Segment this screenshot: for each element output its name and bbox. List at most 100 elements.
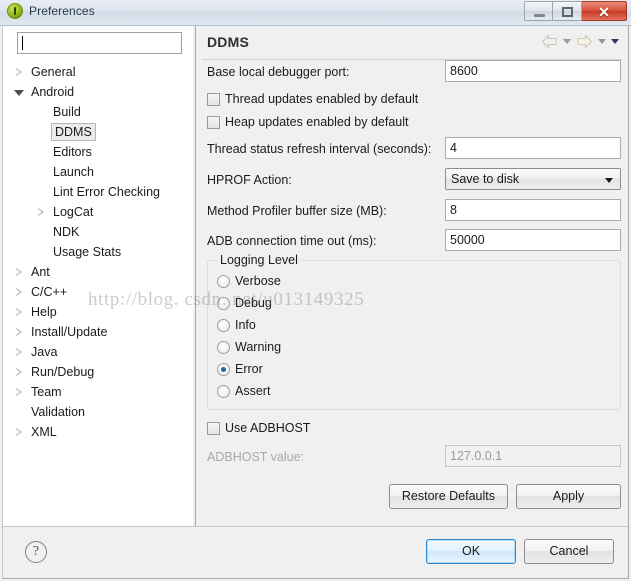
chevron-down-icon (14, 90, 24, 96)
heap-updates-checkbox[interactable] (207, 116, 220, 129)
ok-button[interactable]: OK (426, 539, 516, 564)
radio-label-verbose: Verbose (235, 274, 281, 288)
sidebar-item-xml[interactable]: XML (3, 422, 193, 442)
sidebar-item-label: C/C++ (31, 285, 68, 299)
profiler-buffer-input[interactable] (445, 199, 621, 221)
sidebar-item-usage-stats[interactable]: Usage Stats (3, 242, 193, 262)
preferences-tree[interactable]: General Android Build DDMS Editors Launch Lint… (3, 62, 193, 522)
profiler-buffer-label: Method Profiler buffer size (MB): (207, 204, 387, 218)
sidebar-item-general[interactable]: General (3, 62, 193, 82)
chevron-right-icon (38, 208, 44, 216)
chevron-right-icon (16, 268, 22, 276)
radio-label-error: Error (235, 362, 263, 376)
help-icon[interactable]: ? (25, 541, 47, 563)
use-adbhost-checkbox[interactable] (207, 422, 220, 435)
tree-expand-collapsed-icon[interactable] (13, 282, 25, 302)
minimize-button[interactable] (524, 1, 553, 21)
use-adbhost-label: Use ADBHOST (225, 421, 311, 435)
logging-level-option-verbose[interactable]: Verbose (208, 271, 620, 293)
maximize-button[interactable] (553, 1, 582, 21)
sidebar-item-launch[interactable]: Launch (3, 162, 193, 182)
row-thread-updates[interactable]: Thread updates enabled by default (196, 89, 628, 112)
sidebar-item-install-update[interactable]: Install/Update (3, 322, 193, 342)
adbhost-value-input[interactable] (445, 445, 621, 467)
tree-expand-collapsed-icon[interactable] (13, 342, 25, 362)
chevron-right-icon (16, 308, 22, 316)
sidebar-item-ant[interactable]: Ant (3, 262, 193, 282)
sidebar-item-logcat[interactable]: LogCat (3, 202, 193, 222)
tree-expand-collapsed-icon[interactable] (13, 362, 25, 382)
sidebar-item-c-c[interactable]: C/C++ (3, 282, 193, 302)
sidebar-item-ddms[interactable]: DDMS (3, 122, 193, 142)
tree-expand-collapsed-icon[interactable] (13, 422, 25, 442)
tree-expand-collapsed-icon[interactable] (13, 382, 25, 402)
tree-expand-collapsed-icon[interactable] (13, 302, 25, 322)
sidebar-item-run-debug[interactable]: Run/Debug (3, 362, 193, 382)
sidebar-item-label: Build (53, 105, 81, 119)
logging-level-option-info[interactable]: Info (208, 315, 620, 337)
radio-info[interactable] (217, 319, 230, 332)
row-heap-updates[interactable]: Heap updates enabled by default (196, 112, 628, 137)
tree-expand-collapsed-icon[interactable] (35, 202, 47, 222)
sidebar-item-editors[interactable]: Editors (3, 142, 193, 162)
sidebar-item-team[interactable]: Team (3, 382, 193, 402)
restore-defaults-button[interactable]: Restore Defaults (388, 484, 508, 509)
logging-level-title: Logging Level (217, 253, 301, 267)
row-logging-level: Logging Level Verbose Debug Info Warning Err… (196, 253, 628, 418)
forward-history-chevron-down-icon[interactable] (598, 39, 606, 44)
apply-button[interactable]: Apply (516, 484, 621, 509)
adb-timeout-input[interactable] (445, 229, 621, 251)
sidebar-item-validation[interactable]: Validation (3, 402, 193, 422)
chevron-right-icon (16, 288, 22, 296)
adbhost-value-label: ADBHOST value: (207, 450, 305, 464)
tree-expand-expanded-icon[interactable] (13, 82, 25, 102)
back-arrow-icon[interactable] (541, 34, 558, 49)
tree-expand-collapsed-icon[interactable] (13, 322, 25, 342)
window-body: General Android Build DDMS Editors Launch Lint… (0, 26, 631, 581)
sidebar-item-java[interactable]: Java (3, 342, 193, 362)
back-history-chevron-down-icon[interactable] (563, 39, 571, 44)
view-menu-chevron-down-icon[interactable] (611, 39, 619, 44)
thread-refresh-input[interactable] (445, 137, 621, 159)
heap-updates-label: Heap updates enabled by default (225, 115, 409, 129)
thread-updates-checkbox[interactable] (207, 93, 220, 106)
logging-level-option-debug[interactable]: Debug (208, 293, 620, 315)
logging-level-option-warning[interactable]: Warning (208, 337, 620, 359)
sidebar-item-label: XML (31, 425, 57, 439)
filter-input[interactable] (17, 32, 182, 54)
dialog-frame: General Android Build DDMS Editors Launch Lint… (2, 26, 629, 579)
row-adbhost-value: ADBHOST value: (196, 445, 628, 475)
row-hprof-action: HPROF Action: Save to disk (196, 168, 628, 199)
sidebar-item-build[interactable]: Build (3, 102, 193, 122)
row-use-adbhost[interactable]: Use ADBHOST (196, 418, 628, 445)
page-title: DDMS (207, 34, 250, 50)
tree-expand-collapsed-icon[interactable] (13, 262, 25, 282)
radio-verbose[interactable] (217, 275, 230, 288)
radio-label-info: Info (235, 318, 256, 332)
row-profiler-buffer-size: Method Profiler buffer size (MB): (196, 199, 628, 229)
radio-error[interactable] (217, 363, 230, 376)
hprof-action-dropdown[interactable]: Save to disk (445, 168, 621, 190)
cancel-button[interactable]: Cancel (524, 539, 614, 564)
tree-expand-collapsed-icon[interactable] (13, 62, 25, 82)
close-button[interactable]: ✕ (582, 1, 627, 21)
radio-label-assert: Assert (235, 384, 271, 398)
sidebar-item-lint-error-checking[interactable]: Lint Error Checking (3, 182, 193, 202)
logging-level-options[interactable]: Verbose Debug Info Warning Error Assert (208, 271, 620, 403)
radio-debug[interactable] (217, 297, 230, 310)
chevron-right-icon (16, 368, 22, 376)
sidebar-item-android[interactable]: Android (3, 82, 193, 102)
base-port-label: Base local debugger port: (207, 65, 350, 79)
radio-warning[interactable] (217, 341, 230, 354)
sidebar-item-label: Editors (53, 145, 92, 159)
footer-buttons: OK Cancel (426, 539, 614, 564)
row-thread-refresh-interval: Thread status refresh interval (seconds)… (196, 137, 628, 168)
logging-level-option-error[interactable]: Error (208, 359, 620, 381)
base-port-input[interactable] (445, 60, 621, 82)
sidebar-item-ndk[interactable]: NDK (3, 222, 193, 242)
radio-assert[interactable] (217, 385, 230, 398)
logging-level-option-assert[interactable]: Assert (208, 381, 620, 403)
forward-arrow-icon[interactable] (576, 34, 593, 49)
sidebar-item-help[interactable]: Help (3, 302, 193, 322)
eclipse-icon (7, 3, 23, 19)
